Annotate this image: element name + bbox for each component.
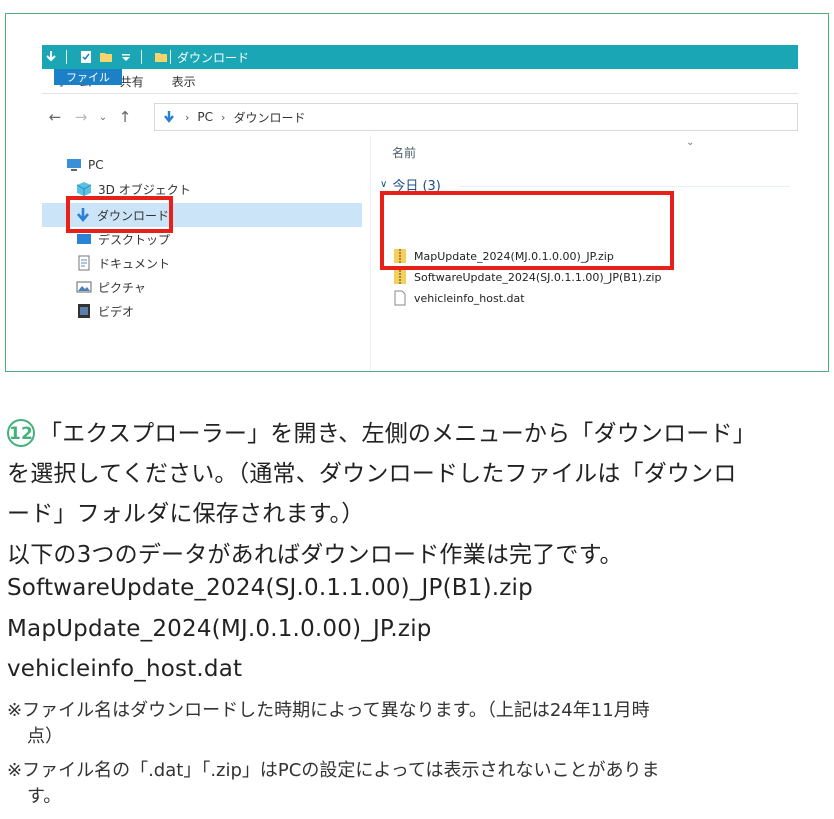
separator (66, 50, 67, 64)
note-1-line-2: 点） (27, 726, 63, 747)
navigation-pane: PC 3D オブジェクト ダウンロード デスクトップ ドキュメント ピクチャ ビ… (42, 145, 370, 371)
sidebar-item-label: ドキュメント (98, 256, 171, 271)
3d-objects-icon (76, 182, 92, 196)
document-icon (78, 255, 90, 271)
file-icon (394, 290, 406, 306)
file-row[interactable]: SoftwareUpdate_2024(SJ.0.1.1.00)_JP(B1).… (392, 269, 661, 285)
step-line-2: を選択してください。（通常、ダウンロードしたファイルは「ダウンロ (7, 461, 737, 487)
step-number-badge: 12 (7, 419, 35, 447)
breadcrumb-pc[interactable]: PC (197, 110, 213, 124)
group-divider (460, 186, 790, 187)
quick-access-toolbar (42, 50, 168, 64)
sidebar-item-videos[interactable]: ビデオ (76, 299, 134, 323)
breadcrumb-downloads[interactable]: ダウンロード (233, 109, 305, 126)
file-name: SoftwareUpdate_2024(SJ.0.1.1.00)_JP(B1).… (414, 270, 662, 284)
address-bar[interactable]: › PC › ダウンロード (154, 103, 798, 131)
highlight-box-files (380, 191, 674, 270)
navigation-bar: ← → ⌄ ↑ › PC › ダウンロード (42, 103, 798, 131)
up-arrow-icon[interactable]: ↑ (112, 108, 138, 126)
sidebar-item-pictures[interactable]: ピクチャ (76, 275, 146, 299)
highlight-box-downloads (66, 196, 173, 233)
recent-locations-chevron-icon[interactable]: ⌄ (94, 112, 112, 123)
sidebar-item-documents[interactable]: ドキュメント (76, 251, 170, 275)
step-line-3: ード」フォルダに保存されます。） (7, 501, 365, 527)
new-folder-icon[interactable] (99, 50, 113, 64)
window-title: ダウンロード (177, 50, 250, 65)
download-arrow-icon (164, 111, 174, 123)
pc-icon (67, 159, 81, 171)
note-1-line-1: ※ファイル名はダウンロードした時期によって異なります。（上記は24年11月時 (7, 700, 650, 721)
sidebar-item-label: ビデオ (98, 304, 135, 319)
sidebar-item-label: PC (88, 158, 104, 172)
back-arrow-icon[interactable]: ← (42, 108, 68, 126)
step-line-1: 12 「エクスプローラー」を開き、左側のメニューから「ダウンロード」 (7, 414, 756, 448)
properties-icon[interactable] (79, 50, 93, 64)
note-2-line-1: ※ファイル名の「.dat」「.zip」はPCの設定によっては表示されないことがあ… (7, 760, 660, 781)
sidebar-item-label: デスクトップ (98, 232, 171, 247)
customize-dropdown-icon[interactable] (119, 50, 133, 64)
file-name-map: MapUpdate_2024(MJ.0.1.0.00)_JP.zip (7, 616, 432, 642)
note-2-line-2: す。 (27, 786, 62, 807)
ribbon-tabs: ファイル ホーム 共有 表示 (42, 69, 798, 94)
pane-divider[interactable] (370, 135, 371, 371)
column-header-name[interactable]: 名前 (392, 144, 416, 161)
file-name-vehicleinfo: vehicleinfo_host.dat (7, 656, 243, 682)
separator (141, 50, 142, 64)
step-text: 「エクスプローラー」を開き、左側のメニューから「ダウンロード」 (39, 421, 756, 447)
chevron-down-icon: ∨ (380, 179, 388, 190)
separator (170, 50, 171, 64)
file-name: vehicleinfo_host.dat (414, 291, 525, 305)
sort-chevron-icon: ⌄ (686, 137, 695, 148)
file-row[interactable]: vehicleinfo_host.dat (392, 290, 525, 306)
zip-folder-icon (394, 270, 406, 284)
sidebar-item-pc[interactable]: PC (66, 153, 104, 177)
tab-file[interactable]: ファイル (54, 69, 122, 85)
tab-view[interactable]: 表示 (158, 69, 210, 93)
chevron-right-icon: › (221, 110, 226, 124)
desktop-icon (77, 234, 91, 244)
chevron-right-icon: › (185, 110, 190, 124)
forward-arrow-icon[interactable]: → (68, 108, 94, 126)
title-bar: ダウンロード (42, 45, 798, 69)
download-arrow-icon (46, 51, 56, 62)
sidebar-item-label: ピクチャ (98, 280, 146, 295)
step-line-4: 以下の3つのデータがあればダウンロード作業は完了です。 (7, 542, 623, 568)
folder-icon (155, 53, 167, 62)
video-icon (78, 304, 90, 318)
file-name-software: SoftwareUpdate_2024(SJ.0.1.1.00)_JP(B1).… (7, 575, 533, 601)
sidebar-item-label: 3D オブジェクト (98, 182, 191, 197)
pictures-icon (76, 281, 92, 293)
